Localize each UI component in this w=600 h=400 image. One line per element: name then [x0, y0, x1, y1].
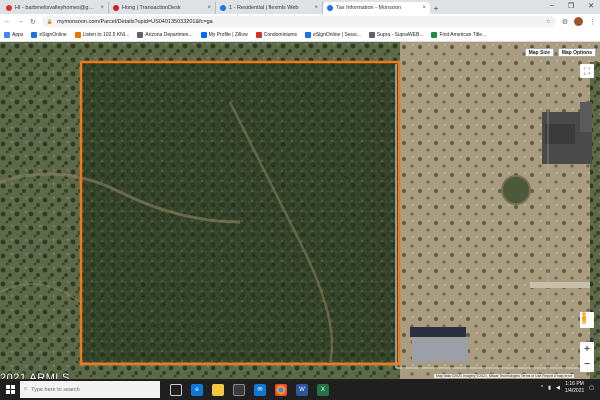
close-icon[interactable]: ×	[207, 5, 211, 11]
bookmarks-bar: Apps eSignOnline Listen to 102.5 KNI... …	[0, 29, 600, 42]
url-text: mymonsoon.com/Parcel/Details?upid=US0401…	[57, 18, 213, 25]
zoom-in-button[interactable]: +	[584, 344, 590, 355]
clock-time: 1:16 PM	[565, 381, 584, 387]
start-button[interactable]	[0, 379, 20, 400]
bookmark-first-american[interactable]: First American Title...	[431, 32, 486, 38]
bookmark-star-icon[interactable]: ☆	[546, 19, 551, 25]
tab-title: HI - barbmeli​svalleyhomes@gm...	[15, 5, 98, 11]
tab-title: 1 - Residential | flexmls Web	[229, 5, 299, 11]
close-icon[interactable]: ×	[314, 5, 318, 11]
tab-title: Tax Information - Monsoon	[336, 5, 402, 11]
bookmark-esign-session[interactable]: eSignOnline | Sessi...	[305, 32, 361, 38]
back-icon[interactable]: ←	[4, 18, 11, 25]
bookmark-label: Listen to 102.5 KNI...	[82, 32, 130, 38]
url-field[interactable]: 🔒 mymonsoon.com/Parcel/Details?upid=US04…	[41, 16, 556, 27]
taskbar: ⌕ Type here to search e ✉ W X ^ ▮ ◀ 1:16…	[0, 379, 600, 400]
bookmark-supra[interactable]: Supra - SupraWEB...	[368, 32, 424, 38]
word-icon[interactable]: W	[296, 383, 308, 396]
window-controls: – ❐ ✕	[550, 2, 594, 10]
chevron-up-icon[interactable]: ^	[541, 385, 543, 391]
zoom-out-button[interactable]: −	[584, 359, 590, 370]
task-view-icon[interactable]	[170, 383, 182, 396]
lock-icon[interactable]: 🔒	[47, 19, 53, 25]
close-icon[interactable]: ×	[100, 5, 104, 11]
bookmark-label: First American Title...	[439, 32, 487, 38]
apps-grid-icon	[4, 32, 10, 38]
maximize-icon[interactable]: ❐	[568, 2, 574, 10]
map-options-button[interactable]: Map Options	[557, 48, 596, 57]
excel-icon[interactable]: X	[317, 383, 329, 396]
gmail-icon	[6, 5, 12, 11]
bookmark-esignonline[interactable]: eSignOnline	[31, 32, 67, 38]
bookmark-label: Arizona Departmen...	[145, 32, 193, 38]
tab-strip: HI - barbmeli​svalleyhomes@gm... × Hong …	[0, 0, 600, 14]
tab-flexmls[interactable]: 1 - Residential | flexmls Web ×	[216, 2, 323, 14]
transactiondesk-icon	[113, 5, 119, 11]
map-attribution: Map data ©2021 Imagery ©2021, Maxar Tech…	[434, 374, 574, 378]
reload-icon[interactable]: ↻	[30, 18, 36, 26]
chrome-icon[interactable]	[275, 383, 287, 396]
store-icon[interactable]	[233, 383, 245, 396]
windows-logo-icon	[5, 385, 15, 394]
search-placeholder: Type here to search	[31, 386, 80, 393]
esign-icon	[305, 32, 312, 38]
pegman-icon	[582, 312, 586, 324]
bookmark-label: eSignOnline | Sessi...	[313, 32, 361, 38]
bookmark-label: Apps	[12, 32, 24, 38]
file-explorer-icon[interactable]	[212, 383, 224, 396]
forward-icon[interactable]: →	[17, 18, 24, 25]
bookmark-label: eSignOnline	[39, 32, 67, 38]
clock-date: 1/4/2021	[564, 388, 585, 394]
fullscreen-icon: ⛶	[583, 65, 591, 76]
zoom-control: + −	[580, 342, 594, 372]
bookmark-condominiums[interactable]: Condominiums	[255, 32, 298, 38]
satellite-map[interactable]: Map Size Map Options ⛶ + − Map data ©202…	[0, 42, 600, 379]
bookmark-label: Condominiums	[263, 32, 298, 38]
bookmark-zillow[interactable]: My Profile | Zillow	[200, 32, 248, 38]
address-bar: ← → ↻ 🔒 mymonsoon.com/Parcel/Details?upi…	[0, 14, 600, 29]
edge-icon[interactable]: e	[191, 383, 203, 396]
bookmark-arizona[interactable]: Arizona Departmen...	[137, 32, 193, 38]
condo-icon	[255, 32, 262, 38]
network-icon[interactable]: ▮	[548, 385, 551, 391]
menu-icon[interactable]: ⋮	[589, 18, 596, 26]
close-window-icon[interactable]: ✕	[588, 2, 594, 10]
new-tab-button[interactable]: +	[430, 2, 442, 14]
minimize-icon[interactable]: –	[550, 2, 554, 10]
fullscreen-button[interactable]: ⛶	[580, 64, 594, 78]
tab-monsoon[interactable]: Tax Information - Monsoon ×	[323, 2, 430, 14]
system-tray: ^ ▮ ◀ 1:16 PM 1/4/2021 ▢	[541, 381, 594, 395]
volume-icon[interactable]: ◀	[556, 385, 560, 391]
supra-icon	[368, 32, 375, 38]
monsoon-icon	[327, 5, 333, 11]
map-options-label: Map Options	[561, 49, 592, 56]
taskbar-search[interactable]: ⌕ Type here to search	[20, 381, 160, 398]
bookmark-radio[interactable]: Listen to 102.5 KNI...	[74, 32, 130, 38]
map-size-label: Map Size	[528, 49, 550, 56]
tab-gmail[interactable]: HI - barbmeli​svalleyhomes@gm... ×	[2, 2, 109, 14]
profile-avatar[interactable]	[574, 17, 583, 26]
tab-transactiondesk[interactable]: Hong | TransactionDesk ×	[109, 2, 216, 14]
esign-icon	[31, 32, 38, 38]
zillow-icon	[200, 32, 207, 38]
title-company-icon	[431, 32, 438, 38]
close-icon[interactable]: ×	[422, 5, 426, 11]
flexmls-icon	[220, 5, 226, 11]
radio-icon	[74, 32, 81, 38]
pinned-apps: e ✉ W X	[170, 383, 329, 396]
street-view-button[interactable]	[580, 312, 594, 328]
tab-title: Hong | TransactionDesk	[122, 5, 181, 11]
government-icon	[137, 32, 144, 38]
search-icon: ⌕	[24, 386, 28, 392]
bookmark-apps[interactable]: Apps	[4, 32, 23, 38]
bookmark-label: Supra - SupraWEB...	[376, 32, 424, 38]
satellite-imagery	[0, 42, 600, 379]
map-size-button[interactable]: Map Size	[524, 48, 554, 57]
bookmark-label: My Profile | Zillow	[208, 32, 248, 38]
mail-icon[interactable]: ✉	[254, 383, 266, 396]
extensions-icon[interactable]: ⚙	[562, 18, 568, 26]
clock[interactable]: 1:16 PM 1/4/2021	[565, 381, 584, 395]
notifications-icon[interactable]: ▢	[589, 385, 594, 391]
